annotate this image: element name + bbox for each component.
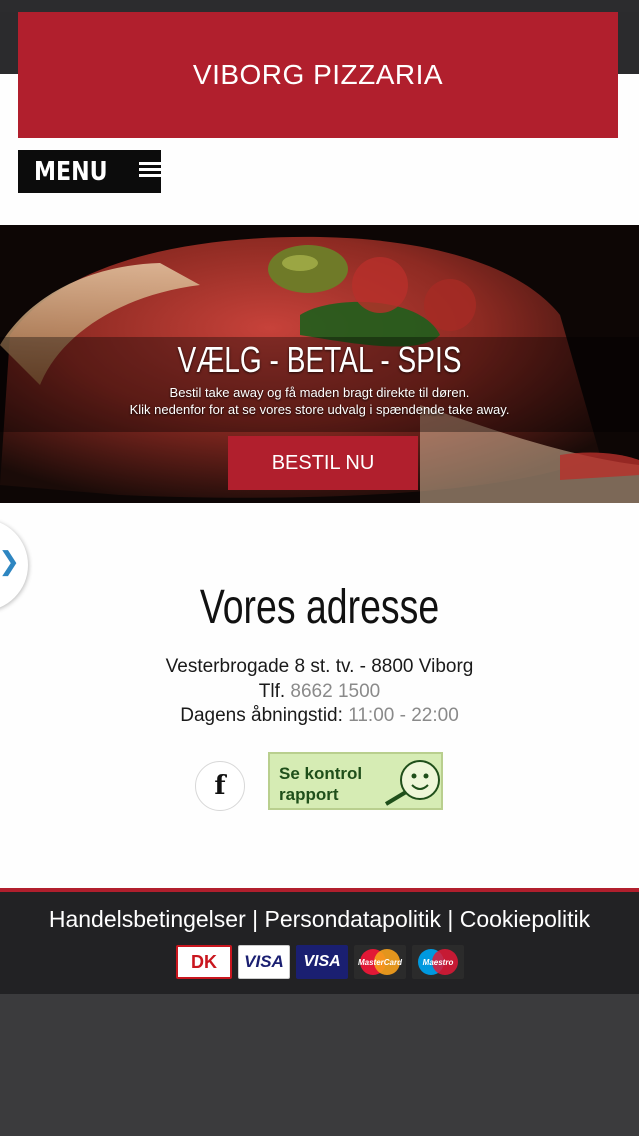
footer-links: Handelsbetingelser | Persondatapolitik |… <box>0 906 639 933</box>
header-side-right <box>618 12 639 74</box>
phone-number[interactable]: 8662 1500 <box>290 681 380 702</box>
hamburger-icon <box>139 162 167 182</box>
hero-banner: VÆLG - BETAL - SPIS Bestil take away og … <box>0 225 639 503</box>
payment-cards: DK VISA VISA MasterCard Maestro <box>176 945 464 979</box>
mastercard-label: MasterCard <box>357 957 402 967</box>
link-handelsbetingelser[interactable]: Handelsbetingelser <box>49 906 246 932</box>
link-cookiepolitik[interactable]: Cookiepolitik <box>460 906 590 932</box>
smiley-icon <box>384 760 440 806</box>
kontrol-report-button[interactable]: Se kontrol rapport <box>268 752 443 810</box>
address-phone-line: Tlf. 8662 1500 <box>0 681 639 703</box>
address-heading: Vores adresse <box>199 581 440 634</box>
menu-label: MENU <box>34 156 108 187</box>
maestro-label: Maestro <box>422 957 454 967</box>
header-side-left <box>0 12 18 74</box>
maestro-icon: Maestro <box>412 945 464 979</box>
status-strip <box>0 0 639 12</box>
visa-icon: VISA <box>238 945 290 979</box>
kontrol-line-2: rapport <box>279 785 339 804</box>
hero-subline-1: Bestil take away og få maden bragt direk… <box>169 385 470 400</box>
site-title[interactable]: VIBORG PIZZARIA <box>193 59 443 91</box>
hero-headline: VÆLG - BETAL - SPIS <box>177 339 462 380</box>
phone-label: Tlf. <box>258 681 286 702</box>
site-header[interactable]: VIBORG PIZZARIA <box>18 12 618 138</box>
facebook-icon: f <box>214 771 226 801</box>
order-now-button[interactable]: BESTIL NU <box>228 436 418 490</box>
chevron-right-icon: ❯ <box>0 547 20 577</box>
facebook-button[interactable]: f <box>195 761 245 811</box>
address-hours-line: Dagens åbningstid: 11:00 - 22:00 <box>0 705 639 727</box>
hours-value: 11:00 - 22:00 <box>348 705 459 726</box>
mastercard-icon: MasterCard <box>354 945 406 979</box>
link-persondatapolitik[interactable]: Persondatapolitik <box>265 906 441 932</box>
page-bottom-area <box>0 994 639 1136</box>
hours-label: Dagens åbningstid: <box>180 705 343 726</box>
menu-button[interactable]: MENU <box>18 150 167 193</box>
footer-separator: | <box>447 906 454 932</box>
visa-electron-icon: VISA <box>296 945 348 979</box>
footer-separator: | <box>252 906 259 932</box>
hero-subline-2: Klik nedenfor for at se vores store udva… <box>129 402 510 417</box>
kontrol-line-1: Se kontrol <box>279 764 363 783</box>
page: VIBORG PIZZARIA MENU VÆLG - BETAL - SPIS… <box>0 0 639 1136</box>
address-street: Vesterbrogade 8 st. tv. - 8800 Viborg <box>165 656 474 677</box>
dankort-icon: DK <box>176 945 232 979</box>
